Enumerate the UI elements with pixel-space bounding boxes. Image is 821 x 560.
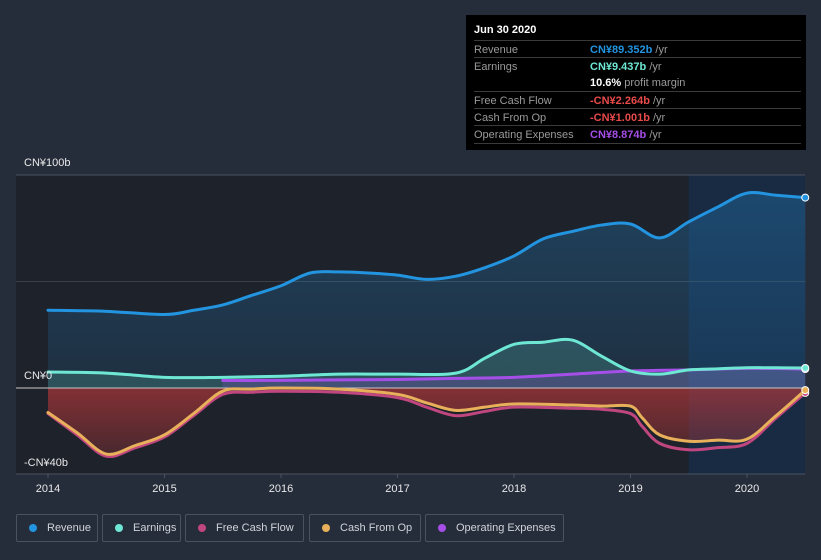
legend-label: Cash From Op	[340, 522, 413, 534]
y-tick-label-neg40: -CN¥40b	[24, 457, 69, 469]
free-cash-flow-dot-icon	[198, 524, 206, 532]
profit-margin-label: profit margin	[621, 77, 686, 89]
cash-from-op-endpoint[interactable]	[801, 386, 810, 395]
legend-cash-from-op[interactable]: Cash From Op	[309, 514, 421, 542]
legend-label: Revenue	[47, 522, 92, 534]
revenue-dot-icon	[29, 524, 37, 532]
tooltip-label: Earnings	[474, 61, 518, 73]
legend-operating-expenses[interactable]: Operating Expenses	[425, 514, 564, 542]
tooltip-row-cash-from-op: Cash From Op -CN¥1.001b /yr	[474, 108, 801, 126]
x-tick-label: 2016	[269, 483, 293, 495]
legend-label: Earnings	[133, 522, 177, 534]
x-tick-label: 2017	[385, 483, 409, 495]
tooltip-unit: /yr	[649, 95, 666, 107]
tooltip-label: Free Cash Flow	[474, 95, 552, 107]
y-tick-label-0: CN¥0	[24, 370, 53, 382]
x-tick-label: 2018	[502, 483, 526, 495]
revenue-endpoint[interactable]	[801, 193, 810, 202]
x-tick-label: 2020	[735, 483, 759, 495]
legend-free-cash-flow[interactable]: Free Cash Flow	[185, 514, 304, 542]
profit-margin-value: 10.6%	[590, 77, 622, 89]
tooltip-row-revenue: Revenue CN¥89.352b /yr	[474, 40, 801, 58]
earnings-dot-icon	[115, 524, 123, 532]
tooltip-row-earnings: Earnings CN¥9.437b /yr	[474, 57, 801, 75]
tooltip-unit: /yr	[649, 112, 666, 124]
cash-from-op-dot-icon	[322, 524, 330, 532]
x-tick-label: 2014	[36, 483, 60, 495]
legend-label: Free Cash Flow	[216, 522, 294, 534]
x-tick-label: 2019	[618, 483, 642, 495]
legend-revenue[interactable]: Revenue	[16, 514, 98, 542]
tooltip-label: Operating Expenses	[474, 129, 574, 141]
tooltip-row-profit-margin: 10.6% profit margin	[474, 74, 801, 91]
tooltip-value: -CN¥2.264b	[590, 95, 650, 107]
tooltip-label: Revenue	[474, 44, 519, 56]
tooltip-value: CN¥9.437b	[590, 61, 647, 73]
x-tick-label: 2015	[152, 483, 176, 495]
legend-label: Operating Expenses	[456, 522, 556, 534]
tooltip-unit: /yr	[646, 129, 662, 141]
earnings-endpoint[interactable]	[801, 363, 810, 372]
tooltip-unit: /yr	[652, 44, 668, 56]
tooltip-unit: /yr	[646, 61, 662, 73]
tooltip-value: CN¥8.874b	[590, 129, 647, 141]
y-tick-label-100: CN¥100b	[24, 157, 71, 169]
legend-earnings[interactable]: Earnings	[102, 514, 181, 542]
tooltip-row-operating-expenses: Operating Expenses CN¥8.874b /yr	[474, 125, 801, 144]
tooltip-value: -CN¥1.001b	[590, 112, 650, 124]
tooltip-label: Cash From Op	[474, 112, 547, 124]
tooltip: Jun 30 2020 Revenue CN¥89.352b /yr Earni…	[466, 15, 806, 150]
tooltip-row-free-cash-flow: Free Cash Flow -CN¥2.264b /yr	[474, 91, 801, 109]
tooltip-date: Jun 30 2020	[474, 24, 537, 36]
operating-expenses-dot-icon	[438, 524, 446, 532]
tooltip-value: CN¥89.352b	[590, 44, 653, 56]
